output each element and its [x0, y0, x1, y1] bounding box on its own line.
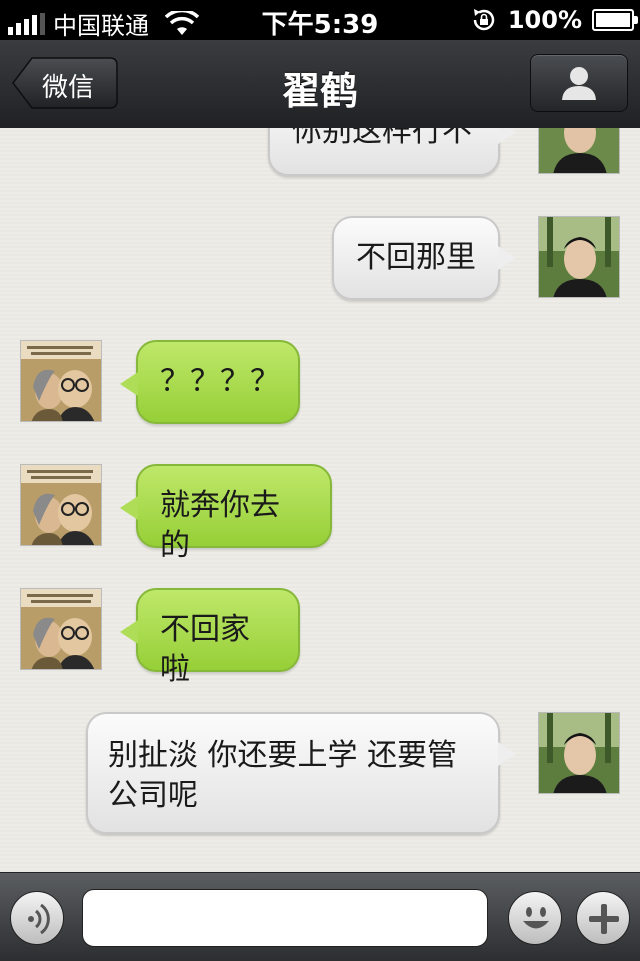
add-button[interactable]	[576, 891, 630, 945]
message-text: 不回家啦	[160, 612, 250, 687]
navigation-bar: 微信 翟鹤	[0, 40, 640, 129]
battery-percentage: 100%	[507, 6, 582, 34]
profile-button[interactable]	[530, 54, 628, 112]
contact-avatar[interactable]	[20, 340, 102, 422]
plus-icon	[589, 904, 619, 934]
voice-button[interactable]	[10, 891, 64, 945]
status-bar: 中国联通 下午5:39 100%	[0, 0, 640, 40]
emoji-icon	[523, 907, 549, 929]
message-text: ？？？？	[160, 364, 280, 399]
message-input-bar	[0, 872, 640, 961]
contact-avatar[interactable]	[20, 464, 102, 546]
message-bubble-incoming[interactable]: ？？？？	[120, 340, 300, 424]
message-bubble-incoming[interactable]: 不回家啦	[120, 588, 300, 687]
battery-icon	[592, 9, 638, 31]
my-avatar[interactable]	[538, 712, 620, 794]
bubble-tail	[120, 620, 138, 644]
bubble-tail	[498, 246, 516, 270]
message-text: 别扯淡 你还要上学 还要管公司呢	[108, 738, 458, 813]
message-input[interactable]	[82, 889, 488, 947]
emoji-button[interactable]	[508, 891, 562, 945]
bubble-tail	[120, 372, 138, 396]
voice-icon	[28, 903, 50, 935]
my-avatar[interactable]	[538, 128, 620, 174]
contact-avatar[interactable]	[20, 588, 102, 670]
my-avatar[interactable]	[538, 216, 620, 298]
message-bubble-incoming[interactable]: 就奔你去的	[120, 464, 332, 563]
message-text: 你别这样行不	[292, 128, 472, 149]
message-text: 不回那里	[356, 240, 476, 275]
message-bubble-outgoing[interactable]: 别扯淡 你还要上学 还要管公司呢	[86, 712, 516, 834]
bubble-tail	[498, 742, 516, 766]
bubble-tail	[120, 496, 138, 520]
rotation-lock-icon	[473, 9, 495, 31]
message-bubble-outgoing[interactable]: 你别这样行不	[268, 128, 516, 176]
person-icon	[562, 67, 596, 100]
bubble-tail	[498, 128, 516, 144]
message-text: 就奔你去的	[160, 488, 280, 563]
status-right: 100%	[470, 6, 638, 34]
message-bubble-outgoing[interactable]: 不回那里	[332, 216, 516, 300]
chat-message-list[interactable]: 你别这样行不 不回那里 ？？？？ 就奔你去的 不回家啦 别扯淡 你还要上学 还要…	[0, 128, 640, 872]
